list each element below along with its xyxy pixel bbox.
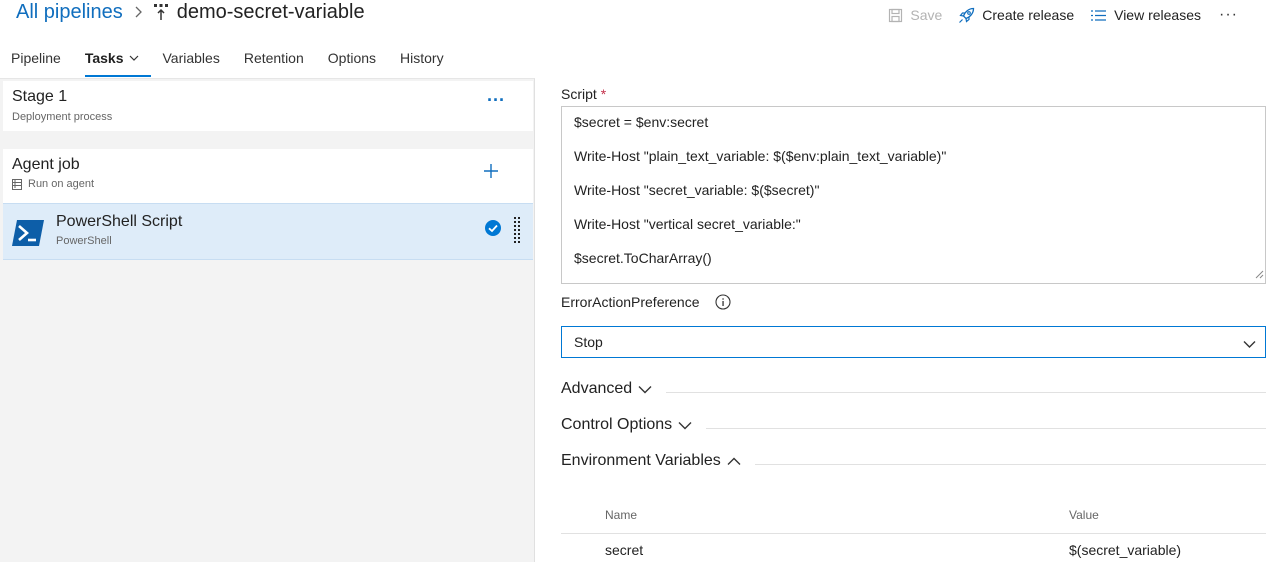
tab-tasks[interactable]: Tasks — [73, 44, 151, 77]
script-editor[interactable]: $secret = $env:secret Write-Host "plain_… — [561, 106, 1266, 284]
server-icon — [12, 178, 22, 190]
error-action-dropdown[interactable]: Stop — [561, 326, 1266, 358]
release-pipeline-editor: All pipelines demo-secret-variable Save — [0, 0, 1268, 562]
script-line: $secret.ToCharArray() — [574, 250, 712, 266]
agent-job-subtitle-text: Run on agent — [28, 178, 95, 190]
powershell-icon — [11, 220, 45, 251]
environment-variables-section-title: Environment Variables — [561, 452, 721, 469]
tab-options[interactable]: Options — [316, 44, 388, 77]
view-releases-button[interactable]: View releases — [1090, 7, 1201, 23]
chevron-down-icon — [129, 49, 139, 67]
tab-label: Retention — [243, 50, 304, 66]
task-subtitle: PowerShell — [56, 235, 112, 247]
stage-title: Stage 1 — [12, 88, 68, 105]
chevron-right-icon — [133, 6, 143, 18]
create-release-button[interactable]: Create release — [958, 7, 1074, 24]
script-line: Write-Host "secret_variable: $($secret)" — [574, 182, 820, 198]
env-table-header: Name Value — [561, 500, 1266, 534]
info-icon[interactable] — [714, 294, 731, 310]
advanced-section-toggle[interactable]: Advanced — [561, 380, 1266, 398]
task-list-panel: Stage 1 Deployment process ··· Agent job… — [0, 78, 535, 562]
agent-job-subtitle: Run on agent — [12, 178, 94, 190]
more-actions-button[interactable]: ··· — [1219, 6, 1238, 24]
all-pipelines-link[interactable]: All pipelines — [16, 0, 123, 24]
tab-label: Options — [327, 50, 377, 66]
tab-history[interactable]: History — [388, 44, 456, 77]
tab-retention[interactable]: Retention — [232, 44, 316, 77]
agent-job-title: Agent job — [12, 156, 80, 173]
save-button[interactable]: Save — [888, 7, 942, 23]
view-releases-label: View releases — [1114, 7, 1202, 23]
plus-icon — [483, 164, 499, 183]
env-var-name[interactable]: secret — [605, 542, 643, 558]
add-task-button[interactable] — [483, 163, 499, 184]
error-action-label: ErrorActionPreference — [561, 294, 700, 310]
chevron-up-icon — [727, 457, 741, 466]
env-var-value[interactable]: $(secret_variable) — [1069, 542, 1181, 558]
advanced-section-title: Advanced — [561, 380, 633, 397]
env-col-name: Name — [605, 508, 638, 522]
script-line: Write-Host "vertical secret_variable:" — [574, 216, 801, 232]
required-marker: * — [600, 86, 607, 102]
chevron-down-icon — [638, 385, 652, 394]
tab-label: History — [400, 50, 444, 66]
enabled-check-icon — [485, 220, 501, 241]
drag-handle-icon[interactable] — [514, 217, 520, 250]
task-item-powershell[interactable]: PowerShell Script PowerShell — [3, 203, 533, 260]
create-release-label: Create release — [982, 7, 1075, 23]
error-action-label-row: ErrorActionPreference — [561, 294, 731, 310]
table-row[interactable]: secret $(secret_variable) — [561, 534, 1266, 562]
script-label-text: Script — [561, 86, 597, 102]
tab-variables[interactable]: Variables — [151, 44, 232, 77]
script-line: Write-Host "plain_text_variable: $($env:… — [574, 148, 947, 164]
agent-job-card[interactable]: Agent job Run on agent — [3, 149, 533, 203]
toolbar: Save Create release View releases ··· — [872, 4, 1238, 26]
error-action-value: Stop — [574, 334, 603, 350]
list-icon — [1090, 9, 1107, 22]
section-divider — [666, 391, 1266, 393]
script-label: Script * — [561, 86, 606, 102]
task-title: PowerShell Script — [56, 213, 183, 230]
tab-bar: Pipeline Tasks Variables Retention Optio… — [0, 44, 456, 77]
tab-pipeline[interactable]: Pipeline — [0, 44, 73, 77]
section-divider — [706, 427, 1266, 429]
stage-card[interactable]: Stage 1 Deployment process ··· — [3, 81, 533, 131]
environment-variables-section-toggle[interactable]: Environment Variables — [561, 452, 1266, 470]
save-label: Save — [910, 7, 943, 23]
pipeline-title: demo-secret-variable — [176, 1, 365, 23]
resize-grip-icon[interactable] — [1255, 266, 1264, 282]
save-icon — [888, 8, 903, 23]
tab-label: Pipeline — [11, 50, 61, 66]
section-divider — [754, 463, 1266, 465]
env-col-value: Value — [1069, 508, 1099, 522]
stage-more-button[interactable]: ··· — [487, 91, 505, 109]
release-pipeline-icon — [153, 3, 169, 21]
control-options-section-title: Control Options — [561, 416, 673, 433]
chevron-down-icon — [1243, 336, 1256, 352]
stage-subtitle: Deployment process — [12, 111, 113, 123]
chevron-down-icon — [678, 421, 692, 430]
control-options-section-toggle[interactable]: Control Options — [561, 416, 1266, 434]
script-line: $secret = $env:secret — [574, 114, 709, 130]
breadcrumb: All pipelines demo-secret-variable — [16, 0, 365, 24]
tab-label: Tasks — [84, 50, 124, 66]
tab-label: Variables — [162, 50, 220, 66]
rocket-icon — [958, 7, 975, 24]
